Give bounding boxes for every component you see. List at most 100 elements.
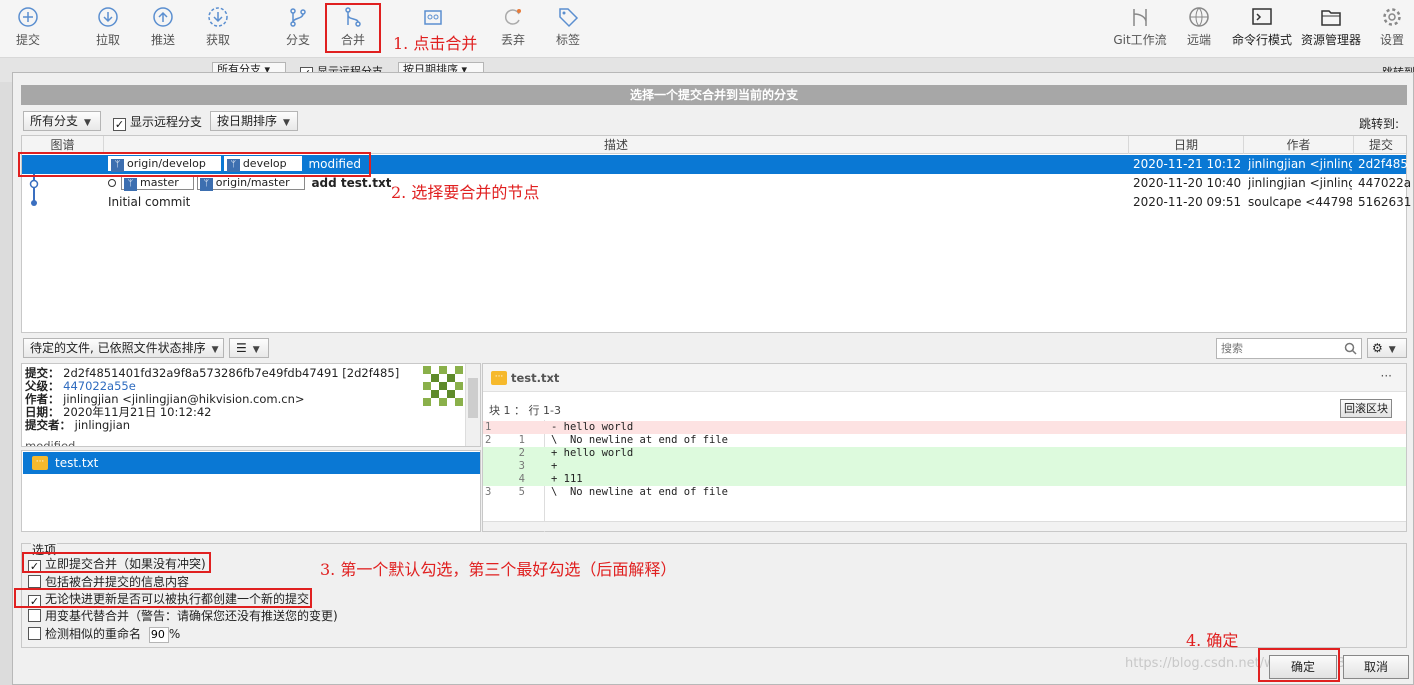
cancel-button[interactable]: 取消: [1343, 655, 1409, 679]
commit-hash: 447022a: [1358, 176, 1412, 190]
col-author[interactable]: 作者: [1244, 136, 1354, 154]
option-rebase[interactable]: 用变基代替合并（警告：请确保您还没有推送您的变更): [28, 608, 338, 624]
annotation-step1: 1. 点击合并: [393, 34, 478, 53]
commit-icon: [18, 7, 38, 27]
commit-author: soulcape <44798: [1248, 195, 1352, 209]
commit-refs: ᛘ origin/develop ᛘ develop modified: [108, 155, 361, 174]
merge-icon: [345, 7, 361, 27]
search-box[interactable]: [1216, 338, 1362, 359]
terminal-button[interactable]: 命令行模式: [1227, 6, 1297, 48]
stash-icon: [424, 10, 442, 25]
explorer-button[interactable]: 资源管理器: [1297, 6, 1365, 48]
settings-icon: [1383, 8, 1401, 26]
revert-hunk-button[interactable]: 回滚区块: [1340, 399, 1392, 418]
commit-message: add test.txt: [311, 176, 392, 190]
scroll-thumb[interactable]: [468, 378, 478, 418]
git-flow-icon: [1133, 9, 1147, 26]
commit-date: 2020-11-20 09:51: [1133, 195, 1242, 209]
remote-button[interactable]: 远端: [1174, 6, 1224, 48]
diff-line: 2 + hello world: [483, 447, 1406, 460]
merge-button[interactable]: 合并: [328, 6, 378, 48]
ok-button[interactable]: 确定: [1269, 655, 1337, 679]
rename-threshold-input[interactable]: [148, 626, 169, 643]
diff-panel: ··· test.txt ··· 块 1 ： 行 1-3 回滚区块 1- hel…: [482, 363, 1407, 532]
commit-date: 2020-11-20 10:40: [1133, 176, 1242, 190]
discard-icon: [504, 9, 521, 25]
fetch-icon: [208, 7, 228, 27]
branch-icon: ᛘ: [199, 178, 213, 191]
file-options-button[interactable]: ⚙ ▼: [1367, 338, 1407, 358]
commit-author: jinlingjian <jinling: [1248, 176, 1352, 190]
main-toolbar: 提交 拉取 推送 获取 分支 合并 丢弃 标签 Git工作流 远端 命令行模式 …: [0, 0, 1414, 58]
diff-line: 2 1 \ No newline at end of file: [485, 434, 729, 446]
table-row[interactable]: Initial commit 2020-11-20 09:51 soulcape…: [22, 193, 1411, 212]
date-value: 2020年11月21日 10:12:42: [63, 405, 212, 419]
option-commit-immediately[interactable]: ✓ 立即提交合并（如果没有冲突): [28, 556, 206, 573]
diff-hscrollbar[interactable]: [483, 521, 1406, 531]
discard-button[interactable]: 丢弃: [488, 6, 538, 48]
background-sidebar: [0, 82, 12, 685]
gear-icon: ⚙: [1372, 341, 1383, 355]
push-icon: [153, 7, 173, 27]
ref-tag: ᛘ develop: [223, 156, 302, 172]
col-desc[interactable]: 描述: [104, 136, 1129, 154]
list-item[interactable]: ··· test.txt: [23, 452, 480, 474]
file-sort-select[interactable]: 待定的文件, 已依照文件状态排序 ▼: [23, 338, 224, 358]
option-detect-renames[interactable]: 检测相似的重命名 %: [28, 626, 180, 643]
table-header: 图谱 描述 日期 作者 提交: [22, 136, 1406, 154]
stash-button[interactable]: [408, 6, 458, 31]
list-icon: ☰: [236, 341, 247, 355]
branch-icon: [290, 8, 306, 27]
more-icon[interactable]: ···: [1381, 369, 1392, 383]
tag-icon: [559, 8, 579, 28]
col-graph[interactable]: 图谱: [22, 136, 104, 154]
tag-button[interactable]: 标签: [543, 6, 593, 48]
show-remote-checkbox[interactable]: ✓ 显示远程分支: [113, 113, 202, 131]
head-marker-icon: [108, 179, 116, 187]
diff-line: 4 + 111: [483, 473, 1406, 486]
commit-message: modified: [308, 157, 361, 171]
sort-select[interactable]: 按日期排序 ▼: [210, 111, 298, 131]
table-row[interactable]: ᛘ master ᛘ origin/master add test.txt 2020-…: [22, 174, 1411, 193]
chevron-down-icon: ▼: [84, 118, 91, 128]
checkbox-icon: [28, 609, 41, 622]
modified-file-icon: ···: [491, 371, 507, 385]
fetch-button[interactable]: 获取: [193, 6, 243, 48]
remote-icon: [1189, 7, 1209, 27]
chevron-down-icon: ▼: [211, 345, 219, 355]
search-input[interactable]: [1217, 339, 1335, 358]
option-no-fast-forward[interactable]: ✓ 无论快进更新是否可以被执行都创建一个新的提交: [28, 591, 309, 608]
branch-filter-select[interactable]: 所有分支 ▼: [23, 111, 101, 131]
pull-button[interactable]: 拉取: [83, 6, 133, 48]
annotation-step3: 3. 第一个默认勾选，第三个最好勾选（后面解释）: [320, 560, 677, 579]
table-row[interactable]: ᛘ origin/develop ᛘ develop modified 2020-11…: [22, 155, 1408, 174]
view-mode-select[interactable]: ☰ ▼: [229, 338, 269, 358]
branch-button[interactable]: 分支: [273, 6, 323, 48]
commit-full-hash: 2d2f4851401fd32a9f8a573286fb7e49fdb47491…: [63, 366, 400, 380]
git-flow-button[interactable]: Git工作流: [1110, 6, 1170, 48]
option-include-messages[interactable]: 包括被合并提交的信息内容: [28, 574, 189, 590]
chevron-down-icon: ▼: [252, 345, 260, 355]
commit-button[interactable]: 提交: [3, 6, 53, 48]
diff-line: 1- hello world: [483, 421, 1406, 434]
modified-file-icon: ···: [32, 456, 48, 470]
hunk-header: 块 1 ： 行 1-3: [489, 404, 561, 417]
file-name: test.txt: [55, 456, 99, 470]
ref-tag: ᛘ origin/master: [196, 175, 305, 191]
parent-link[interactable]: 447022a55e: [63, 379, 136, 393]
commit-details: 提交： 2d2f4851401fd32a9f8a573286fb7e49fdb4…: [21, 363, 481, 447]
push-button[interactable]: 推送: [138, 6, 188, 48]
terminal-icon: [1252, 8, 1272, 25]
dialog-title: 选择一个提交合并到当前的分支: [21, 85, 1407, 105]
checkbox-icon: [28, 575, 41, 588]
col-date[interactable]: 日期: [1129, 136, 1244, 154]
commit-author: jinlingjian <jinling: [1248, 157, 1352, 171]
checkbox-checked-icon: ✓: [28, 560, 41, 573]
commit-date: 2020-11-21 10:12: [1133, 157, 1242, 171]
info-scrollbar[interactable]: [465, 364, 480, 446]
annotation-step2: 2. 选择要合并的节点: [391, 183, 540, 202]
col-commit[interactable]: 提交: [1354, 136, 1408, 154]
settings-button[interactable]: 设置: [1369, 6, 1414, 48]
annotation-step4: 4. 确定: [1186, 631, 1239, 650]
ref-tag: ᛘ master: [121, 175, 194, 191]
